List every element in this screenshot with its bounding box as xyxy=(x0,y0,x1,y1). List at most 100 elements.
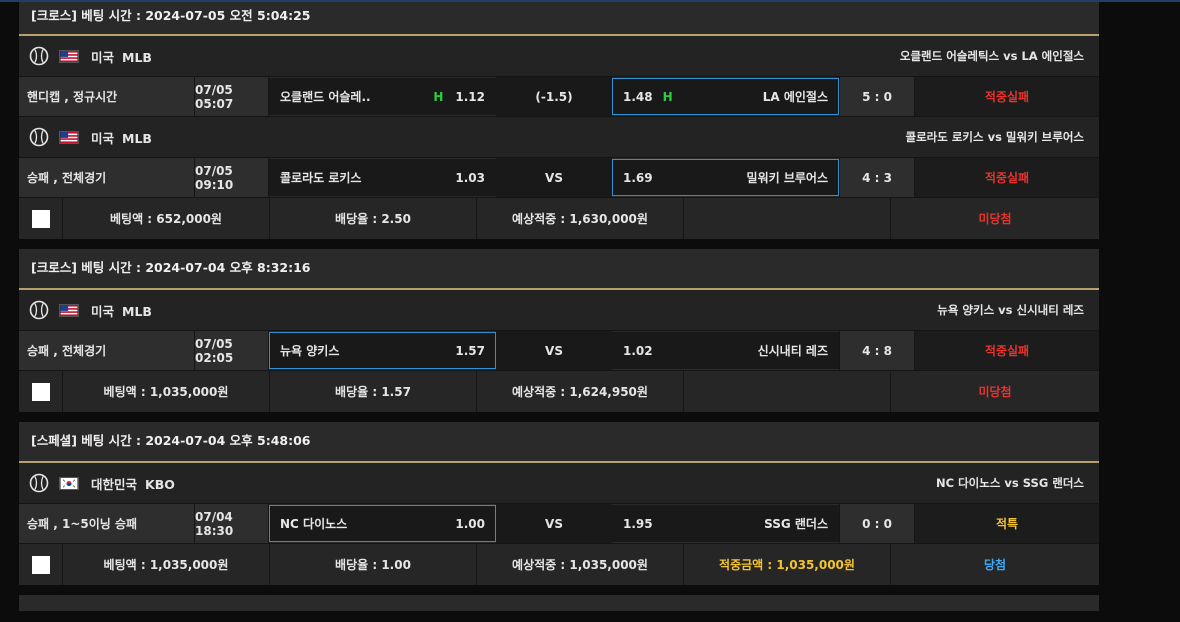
away-team-name: SSG 랜더스 xyxy=(764,517,828,531)
home-team-option-selected[interactable]: NC 다이노스 1.00 xyxy=(269,505,496,542)
kr-flag-icon xyxy=(59,476,79,490)
bet-amount: 베팅액 : 1,035,000원 xyxy=(63,544,270,585)
select-checkbox[interactable] xyxy=(19,371,63,412)
country-label: 대한민국 xyxy=(91,476,138,492)
away-team-option[interactable]: 1.02 신시내티 레즈 xyxy=(612,332,839,369)
bet-amount: 베팅액 : 652,000원 xyxy=(63,198,270,239)
versus-label: VS xyxy=(496,504,612,543)
home-odds: 1.00 xyxy=(455,516,485,531)
game-result: 적중실패 xyxy=(915,331,1099,370)
bet-status: 미당첨 xyxy=(978,385,1012,399)
away-team-name: 신시내티 레즈 xyxy=(757,344,828,358)
matchup-title: 뉴욕 양키스 vs 신시내티 레즈 xyxy=(937,303,1084,317)
league-label: KBO xyxy=(145,476,175,492)
home-odds: 1.57 xyxy=(455,343,485,358)
game-row: 핸디캡 , 정규시간 07/05 05:07 오클랜드 어슬레.. H 1.12… xyxy=(19,77,1099,117)
versus-label: VS xyxy=(496,158,612,197)
away-team-option-selected[interactable]: 1.48 H LA 에인절스 xyxy=(612,78,839,115)
select-checkbox[interactable] xyxy=(19,198,63,239)
league-row: 대한민국 KBO NC 다이노스 vs SSG 랜더스 xyxy=(19,463,1099,504)
bet-rate: 배당율 : 1.57 xyxy=(270,371,477,412)
game-time: 07/05 05:07 xyxy=(195,77,269,116)
game-time: 07/04 18:30 xyxy=(195,504,269,543)
handicap-value: (-1.5) xyxy=(496,77,612,116)
matchup-title: 콜로라도 로키스 vs 밀워키 브루어스 xyxy=(905,130,1084,144)
bet-history-list: [크로스] 베팅 시간 : 2024-07-05 오전 5:04:25 미국 ML… xyxy=(19,2,1099,611)
away-team-name: LA 에인절스 xyxy=(762,90,828,104)
league-row: 미국 MLB 오클랜드 어슬레틱스 vs LA 에인절스 xyxy=(19,36,1099,77)
bet-summary: 베팅액 : 652,000원 배당율 : 2.50 예상적중 : 1,630,0… xyxy=(19,198,1099,239)
league-label: MLB xyxy=(122,130,152,146)
game-row: 승패 , 1~5이닝 승패 07/04 18:30 NC 다이노스 1.00 V… xyxy=(19,504,1099,544)
country-label: 미국 xyxy=(91,130,115,146)
home-team-option-selected[interactable]: 뉴욕 양키스 1.57 xyxy=(269,332,496,369)
league-name: 미국 MLB xyxy=(91,47,152,66)
bet-header: [크로스] 베팅 시간 : 2024-07-04 오후 8:32:16 xyxy=(19,249,1099,290)
bet-status: 미당첨 xyxy=(978,212,1012,226)
home-odds: 1.03 xyxy=(455,170,485,185)
bet-header: [스페셜] 베팅 시간 : 2024-07-04 오후 5:48:06 xyxy=(19,422,1099,463)
us-flag-icon xyxy=(59,49,79,63)
final-score: 4 : 8 xyxy=(839,331,915,370)
game-row: 승패 , 전체경기 07/05 09:10 콜로라도 로키스 1.03 VS 1… xyxy=(19,158,1099,198)
home-team-name: 뉴욕 양키스 xyxy=(280,344,340,358)
final-score: 4 : 3 xyxy=(839,158,915,197)
matchup-title: NC 다이노스 vs SSG 랜더스 xyxy=(936,476,1084,490)
baseball-icon xyxy=(29,127,49,147)
win-amount: 적중금액 : 1,035,000원 xyxy=(684,544,891,585)
game-result: 적중실패 xyxy=(915,158,1099,197)
versus-label: VS xyxy=(496,331,612,370)
away-team-option[interactable]: 1.95 SSG 랜더스 xyxy=(612,505,839,542)
bet-rate: 배당율 : 1.00 xyxy=(270,544,477,585)
bet-summary: 베팅액 : 1,035,000원 배당율 : 1.00 예상적중 : 1,035… xyxy=(19,544,1099,585)
select-checkbox[interactable] xyxy=(19,544,63,585)
us-flag-icon xyxy=(59,303,79,317)
win-amount-empty xyxy=(684,198,891,239)
away-team-name: 밀워키 브루어스 xyxy=(746,171,828,185)
bet-summary: 베팅액 : 1,035,000원 배당율 : 1.57 예상적중 : 1,624… xyxy=(19,371,1099,412)
expected-payout: 예상적중 : 1,035,000원 xyxy=(477,544,684,585)
final-score: 5 : 0 xyxy=(839,77,915,116)
league-name: 미국 MLB xyxy=(91,128,152,147)
bet-rate: 배당율 : 2.50 xyxy=(270,198,477,239)
league-label: MLB xyxy=(122,49,152,65)
away-odds: 1.69 xyxy=(623,170,653,185)
away-team-option-selected[interactable]: 1.69 밀워키 브루어스 xyxy=(612,159,839,196)
game-time: 07/05 09:10 xyxy=(195,158,269,197)
home-team-name: NC 다이노스 xyxy=(280,517,348,531)
league-label: MLB xyxy=(122,303,152,319)
home-odds: 1.12 xyxy=(455,89,485,104)
game-time: 07/05 02:05 xyxy=(195,331,269,370)
bet-type: 승패 , 1~5이닝 승패 xyxy=(19,504,195,543)
league-name: 대한민국 KBO xyxy=(91,474,175,493)
bet-slip: [스페셜] 베팅 시간 : 2024-07-04 오후 5:48:06 대한민국… xyxy=(19,422,1099,585)
handicap-mark: H xyxy=(662,89,673,104)
matchup-title: 오클랜드 어슬레틱스 vs LA 에인절스 xyxy=(899,49,1084,63)
bet-slip: [크로스] 베팅 시간 : 2024-07-04 오후 8:32:16 미국 ML… xyxy=(19,249,1099,412)
away-odds: 1.48 xyxy=(623,89,653,104)
country-label: 미국 xyxy=(91,49,115,65)
home-team-name: 콜로라도 로키스 xyxy=(280,171,362,185)
baseball-icon xyxy=(29,300,49,320)
game-result: 적중실패 xyxy=(915,77,1099,116)
final-score: 0 : 0 xyxy=(839,504,915,543)
game-row: 승패 , 전체경기 07/05 02:05 뉴욕 양키스 1.57 VS 1.0… xyxy=(19,331,1099,371)
bet-header: [크로스] 베팅 시간 : 2024-07-05 오전 5:04:25 xyxy=(19,2,1099,36)
league-name: 미국 MLB xyxy=(91,301,152,320)
league-row: 미국 MLB 콜로라도 로키스 vs 밀워키 브루어스 xyxy=(19,117,1099,158)
handicap-mark: H xyxy=(433,89,444,104)
bet-amount: 베팅액 : 1,035,000원 xyxy=(63,371,270,412)
bet-type: 승패 , 전체경기 xyxy=(19,331,195,370)
league-row: 미국 MLB 뉴욕 양키스 vs 신시내티 레즈 xyxy=(19,290,1099,331)
country-label: 미국 xyxy=(91,303,115,319)
baseball-icon xyxy=(29,473,49,493)
expected-payout: 예상적중 : 1,630,000원 xyxy=(477,198,684,239)
away-odds: 1.02 xyxy=(623,343,653,358)
us-flag-icon xyxy=(59,130,79,144)
bet-type: 승패 , 전체경기 xyxy=(19,158,195,197)
expected-payout: 예상적중 : 1,624,950원 xyxy=(477,371,684,412)
home-team-option[interactable]: 콜로라도 로키스 1.03 xyxy=(269,159,496,196)
next-bet-slip-partial xyxy=(19,595,1099,611)
win-amount-empty xyxy=(684,371,891,412)
home-team-option[interactable]: 오클랜드 어슬레.. H 1.12 xyxy=(269,78,496,115)
